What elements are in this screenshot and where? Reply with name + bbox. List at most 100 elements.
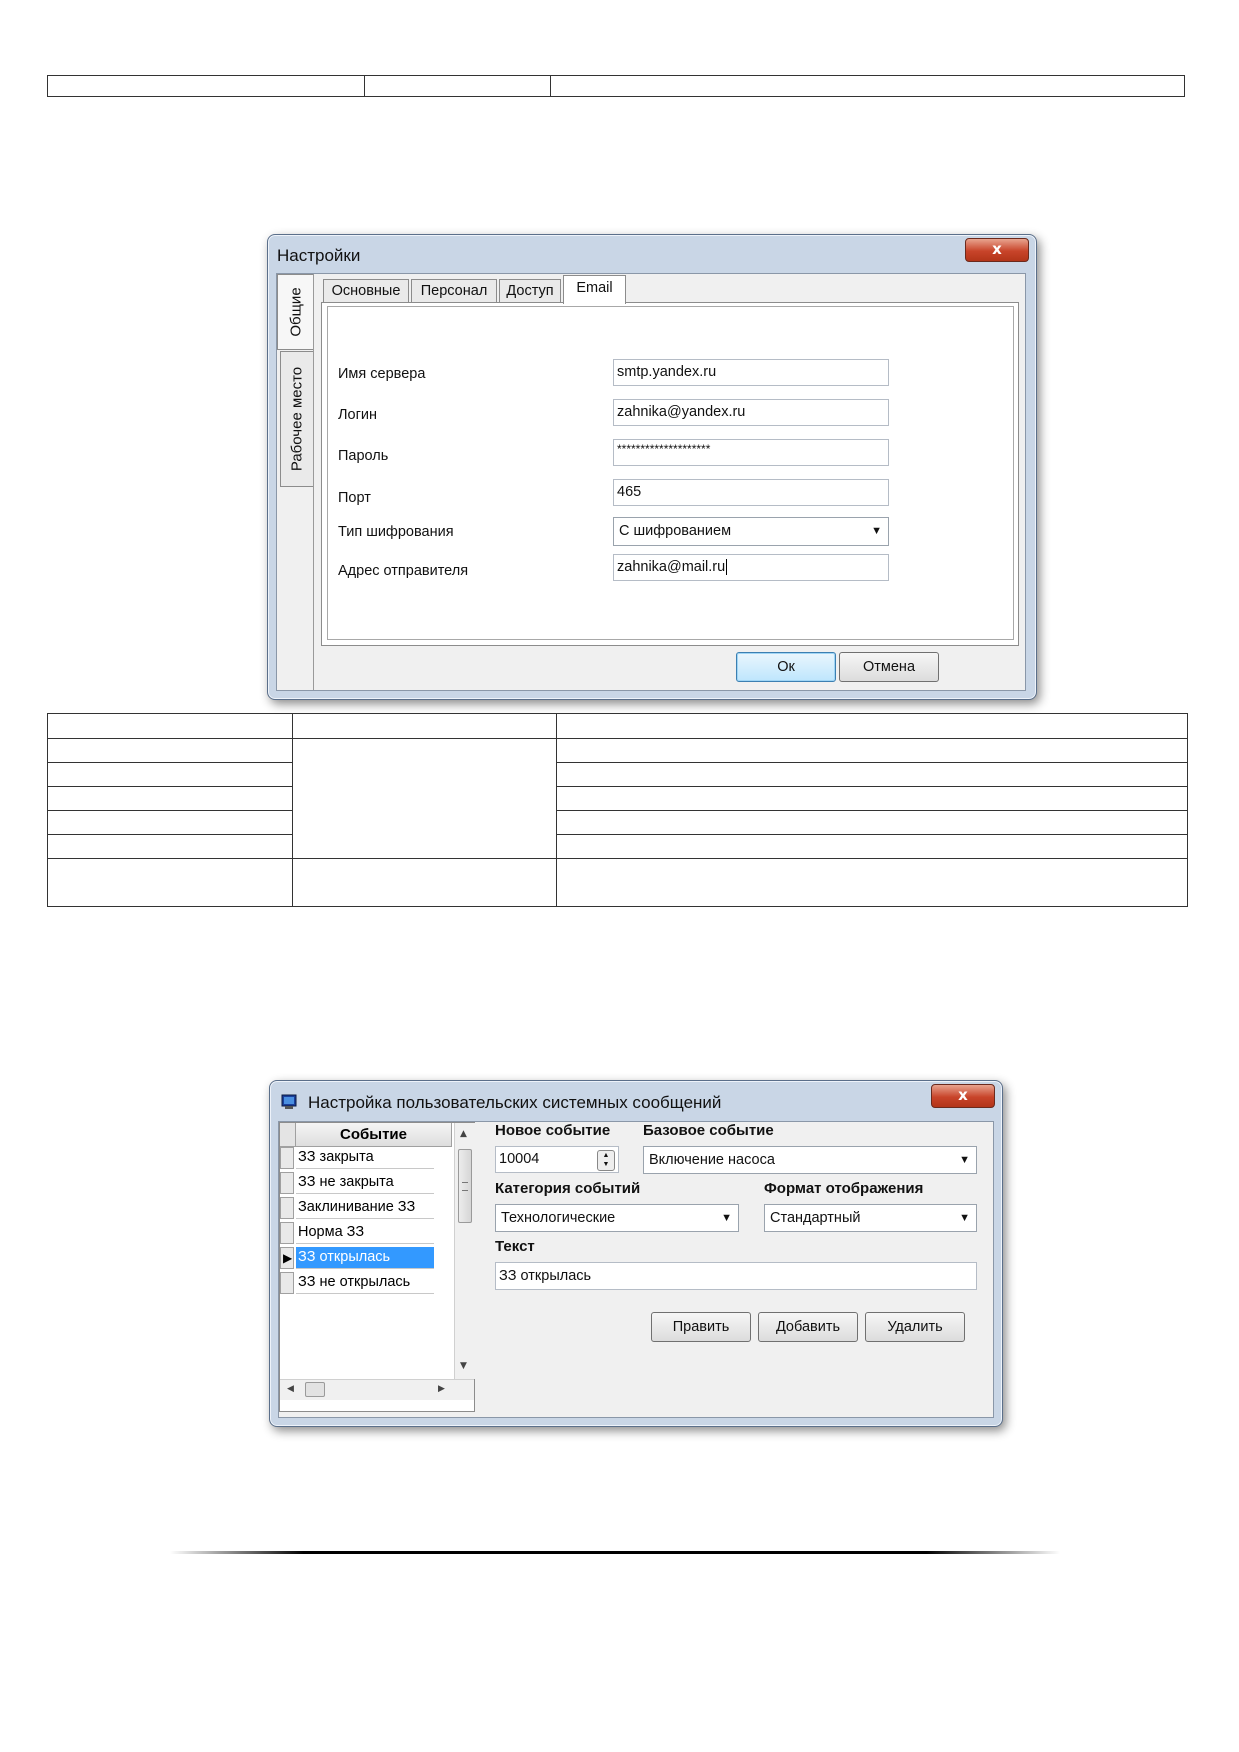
table-cell (556, 834, 1188, 859)
horizontal-scrollbar[interactable]: ◀ ▶ (280, 1379, 474, 1400)
sender-label: Адрес отправителя (338, 563, 469, 579)
top-table (47, 75, 1185, 97)
messages-dialog: Настройка пользовательских системных соо… (269, 1080, 1003, 1427)
delete-button[interactable]: Удалить (865, 1312, 965, 1342)
middle-table (47, 713, 1188, 907)
server-label: Имя сервера (338, 366, 426, 382)
login-label: Логин (338, 407, 377, 423)
new-event-label: Новое событие (495, 1122, 611, 1139)
side-tab-strip (313, 274, 314, 690)
table-cell (47, 858, 293, 907)
events-grid[interactable]: Событие ЗЗ закрыта ЗЗ не закрыта Заклинива… (279, 1122, 475, 1412)
event-cell: ЗЗ не открылась (296, 1272, 434, 1294)
encryption-label: Тип шифрования (338, 524, 454, 540)
row-indicator (280, 1197, 294, 1219)
scroll-up-icon[interactable]: ▲ (460, 1129, 467, 1139)
server-input[interactable]: smtp.yandex.ru (613, 359, 889, 386)
table-cell (556, 762, 1188, 787)
scroll-right-icon[interactable]: ▶ (438, 1384, 445, 1394)
table-cell (47, 738, 293, 763)
row-indicator: ▶ (280, 1247, 294, 1269)
chevron-down-icon: ▼ (959, 1154, 970, 1166)
category-value: Технологические (501, 1210, 616, 1226)
table-cell (47, 786, 293, 811)
table-cell (292, 713, 557, 739)
dialog-body: Событие ЗЗ закрыта ЗЗ не закрыта Заклинива… (278, 1121, 994, 1418)
event-cell: ЗЗ открылась (296, 1247, 434, 1269)
category-select[interactable]: Технологические ▼ (495, 1204, 739, 1232)
sender-input-value: zahnika@mail.ru (617, 559, 726, 575)
tab-personnel[interactable]: Персонал (411, 279, 497, 302)
chevron-down-icon: ▼ (959, 1212, 970, 1224)
password-input[interactable]: ******************** (613, 439, 889, 466)
event-cell: Норма ЗЗ (296, 1222, 434, 1244)
row-indicator (280, 1272, 294, 1294)
chevron-down-icon: ▼ (871, 525, 882, 537)
email-tab-page: Имя сервера smtp.yandex.ru Логин zahnika… (321, 302, 1019, 646)
scroll-left-icon[interactable]: ◀ (287, 1384, 294, 1394)
format-value: Стандартный (770, 1210, 861, 1226)
table-cell (47, 834, 293, 859)
table-cell (292, 858, 557, 907)
table-cell (556, 713, 1188, 739)
table-cell (556, 858, 1188, 907)
scroll-thumb-h[interactable] (305, 1382, 325, 1397)
table-row[interactable]: ЗЗ не открылась (280, 1272, 454, 1295)
spinner-icon[interactable]: ▲ ▼ (597, 1150, 615, 1171)
table-cell (556, 738, 1188, 763)
side-tab-workplace[interactable]: Рабочее место (280, 351, 313, 487)
table-row[interactable]: ЗЗ не закрыта (280, 1172, 454, 1195)
sender-input[interactable]: zahnika@mail.ru (613, 554, 889, 581)
table-cell (556, 786, 1188, 811)
new-event-value: 10004 (499, 1151, 540, 1167)
tab-email[interactable]: Email (563, 275, 626, 304)
app-icon (281, 1093, 299, 1111)
table-cell (47, 75, 365, 97)
encryption-select[interactable]: С шифрованием ▼ (613, 517, 889, 546)
tab-access[interactable]: Доступ (499, 279, 561, 302)
encryption-select-value: С шифрованием (619, 523, 732, 539)
table-cell (47, 810, 293, 835)
scroll-down-icon[interactable]: ▼ (460, 1361, 467, 1371)
settings-dialog: Настройки x Общие Рабочее место Основные… (267, 234, 1037, 700)
login-input[interactable]: zahnika@yandex.ru (613, 399, 889, 426)
dialog-title: Настройки (277, 246, 361, 265)
new-event-spinner[interactable]: 10004 ▲ ▼ (495, 1146, 619, 1173)
ok-button[interactable]: Ок (736, 652, 836, 682)
port-input[interactable]: 465 (613, 479, 889, 506)
cancel-button[interactable]: Отмена (839, 652, 939, 682)
edit-button[interactable]: Править (651, 1312, 751, 1342)
base-event-select[interactable]: Включение насоса ▼ (643, 1146, 977, 1174)
row-indicator (280, 1147, 294, 1169)
event-cell: Заклинивание ЗЗ (296, 1197, 434, 1219)
grid-header[interactable]: Событие (296, 1123, 452, 1147)
text-label: Текст (495, 1238, 535, 1255)
vertical-scrollbar[interactable]: ▲ ▼ (454, 1123, 475, 1379)
table-row[interactable]: ▶ ЗЗ открылась (280, 1247, 454, 1270)
close-button[interactable]: x (965, 238, 1029, 262)
table-cell (47, 762, 293, 787)
dialog-title: Настройка пользовательских системных соо… (308, 1093, 722, 1112)
grip-icon (462, 1182, 468, 1191)
chevron-down-icon: ▼ (721, 1212, 732, 1224)
base-event-label: Базовое событие (643, 1122, 774, 1139)
footer-divider (170, 1551, 1060, 1554)
current-row-arrow-icon: ▶ (283, 1251, 293, 1265)
event-cell: ЗЗ закрыта (296, 1147, 434, 1169)
add-button[interactable]: Добавить (758, 1312, 858, 1342)
table-cell (47, 713, 293, 739)
password-label: Пароль (338, 448, 389, 464)
table-row[interactable]: Норма ЗЗ (280, 1222, 454, 1245)
dialog-body: Общие Рабочее место Основные Персонал До… (276, 273, 1026, 691)
side-tab-general[interactable]: Общие (277, 274, 313, 350)
table-row[interactable]: Заклинивание ЗЗ (280, 1197, 454, 1220)
tab-main[interactable]: Основные (323, 279, 409, 302)
row-indicator (280, 1222, 294, 1244)
grid-header-indicator (280, 1123, 296, 1147)
close-button[interactable]: x (931, 1084, 995, 1108)
base-event-value: Включение насоса (649, 1152, 775, 1168)
scroll-thumb[interactable] (458, 1149, 472, 1223)
format-select[interactable]: Стандартный ▼ (764, 1204, 977, 1232)
text-input[interactable]: ЗЗ открылась (495, 1262, 977, 1290)
table-row[interactable]: ЗЗ закрыта (280, 1147, 454, 1170)
